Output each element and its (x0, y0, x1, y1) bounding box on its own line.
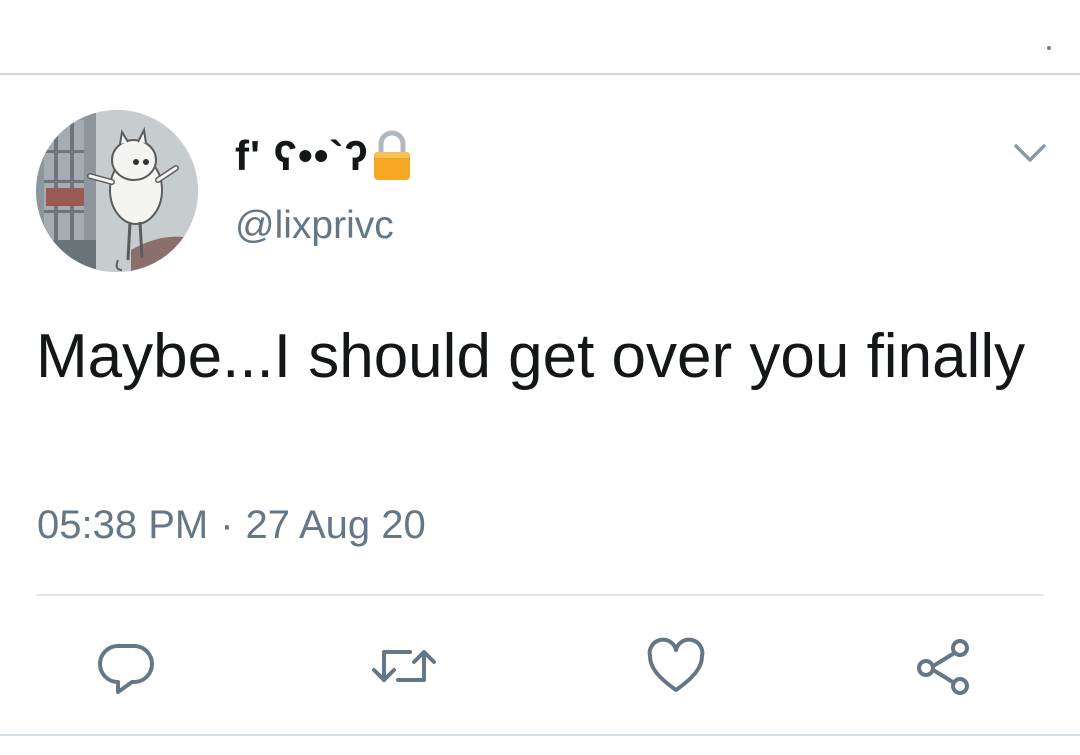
share-icon (917, 639, 969, 695)
status-dot (1047, 46, 1051, 50)
avatar[interactable] (36, 110, 198, 272)
timestamp[interactable]: 05:38 PM · 27 Aug 20 (37, 503, 426, 548)
avatar-image (36, 110, 198, 272)
tweet-date: 27 Aug 20 (245, 503, 426, 547)
retweet-button[interactable] (364, 626, 444, 706)
header-divider (0, 73, 1080, 75)
reply-icon (98, 644, 154, 694)
display-name[interactable]: f' ʕ••`ʔ (235, 132, 369, 180)
tweet-time: 05:38 PM (37, 503, 209, 547)
like-button[interactable] (636, 626, 716, 706)
footer-divider (0, 734, 1080, 736)
display-name-row[interactable]: f' ʕ••`ʔ (235, 128, 413, 184)
tweet-detail-screen: f' ʕ••`ʔ @lixprivc Maybe...I should get … (0, 0, 1080, 755)
tweet-actions (0, 626, 1080, 706)
share-button[interactable] (904, 626, 984, 706)
lock-icon (371, 128, 413, 184)
reply-button[interactable] (86, 626, 166, 706)
retweet-icon (372, 650, 436, 682)
user-handle[interactable]: @lixprivc (235, 204, 394, 248)
chevron-down-icon[interactable] (1010, 136, 1050, 172)
actions-divider (36, 594, 1044, 596)
heart-icon (647, 637, 705, 692)
timestamp-separator: · (220, 503, 234, 547)
tweet-text: Maybe...I should get over you finally (36, 322, 1026, 391)
